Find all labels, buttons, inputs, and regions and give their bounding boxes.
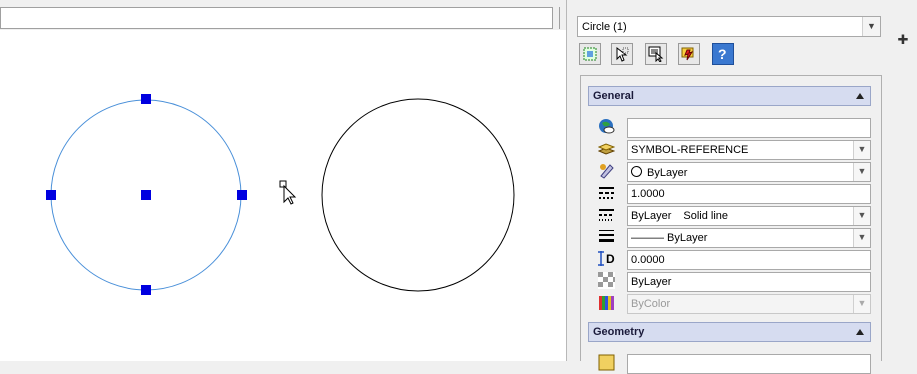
grip-bottom[interactable] [141, 285, 151, 295]
canvas-border [566, 0, 574, 361]
tab-bar-end [552, 7, 559, 29]
help-icon: ? [718, 46, 727, 62]
geometry-field[interactable] [627, 354, 871, 374]
quick-select-icon [616, 46, 629, 62]
thickness-field[interactable]: 0.0000 [627, 250, 871, 270]
linetype-scale-icon [599, 187, 614, 199]
canvas-top-strip [0, 0, 560, 7]
pick-add-icon [648, 46, 664, 62]
general-section-header[interactable]: General [588, 86, 871, 106]
grip-top[interactable] [141, 94, 151, 104]
transparency-value: ByLayer [631, 276, 672, 288]
grip-left[interactable] [46, 190, 56, 200]
lineweight-select[interactable]: ——— ByLayer ▼ [627, 228, 871, 248]
object-type-select[interactable]: Circle (1) ▼ [577, 16, 881, 37]
thickness-arrow-icon [598, 251, 604, 266]
linetype-description: Solid line [683, 210, 728, 222]
object-type-value: Circle (1) [582, 21, 627, 33]
plot-style-icon [599, 296, 614, 310]
circle-swatch-icon [631, 166, 642, 177]
linetype-scale-field[interactable]: 1.0000 [627, 184, 871, 204]
thickness-letter: D [606, 252, 615, 266]
pick-add-button[interactable] [645, 43, 667, 65]
geometry-section-title: Geometry [593, 326, 645, 338]
chevron-down-icon[interactable]: ▼ [853, 163, 870, 181]
thickness-value: 0.0000 [631, 254, 665, 266]
linetype-icon [599, 209, 614, 221]
layer-icon [598, 143, 615, 155]
color-globe-icon [599, 119, 615, 134]
layer-value: SYMBOL-REFERENCE [631, 144, 749, 156]
grip-center[interactable] [141, 190, 151, 200]
linetype-select[interactable]: ByLayer Solid line ▼ [627, 206, 871, 226]
toggle-pickadd-button[interactable] [678, 43, 700, 65]
transparency-icon [598, 272, 615, 289]
geometry-section-header[interactable]: Geometry [588, 322, 871, 342]
unselected-circle[interactable] [321, 98, 515, 292]
toggle-pickadd-icon [681, 47, 694, 61]
chevron-down-icon[interactable]: ▼ [853, 207, 870, 225]
color-bylayer: ByLayer [631, 166, 687, 179]
cursor-pickbox-icon [279, 180, 297, 205]
chevron-down-icon[interactable]: ▼ [853, 229, 870, 247]
lineweight-icon [599, 230, 614, 242]
color-select-value: ByLayer [647, 167, 688, 179]
linetype-value: ByLayer [631, 210, 672, 222]
help-button[interactable]: ? [712, 43, 734, 65]
drawing-canvas[interactable] [0, 30, 566, 361]
color-icon [600, 164, 614, 179]
select-objects-button[interactable] [579, 43, 601, 65]
plot-style-select: ByColor ▼ [627, 294, 871, 314]
quick-select-button[interactable] [611, 43, 633, 65]
pin-icon[interactable]: ✚ [896, 32, 910, 47]
thickness-icon: D [598, 250, 615, 267]
chevron-down-icon: ▼ [853, 295, 870, 313]
color-select[interactable]: ByLayer ▼ [627, 162, 871, 182]
chevron-down-icon[interactable]: ▼ [853, 141, 870, 159]
layer-select[interactable]: SYMBOL-REFERENCE ▼ [627, 140, 871, 160]
collapse-caret-icon[interactable] [856, 93, 864, 99]
linetype-text: ByLayer Solid line [631, 210, 728, 222]
color-field[interactable] [627, 118, 871, 138]
chevron-down-icon[interactable]: ▼ [862, 17, 880, 36]
collapse-caret-icon[interactable] [856, 329, 864, 335]
canvas-tab-bar [0, 7, 560, 29]
general-section-title: General [593, 90, 634, 102]
plot-style-value: ByColor [631, 298, 671, 310]
linetype-scale-value: 1.0000 [631, 188, 665, 200]
transparency-field[interactable]: ByLayer [627, 272, 871, 292]
select-objects-icon [583, 47, 597, 61]
geometry-row-icon [598, 354, 615, 371]
grip-right[interactable] [237, 190, 247, 200]
lineweight-value: ——— ByLayer [631, 232, 708, 244]
